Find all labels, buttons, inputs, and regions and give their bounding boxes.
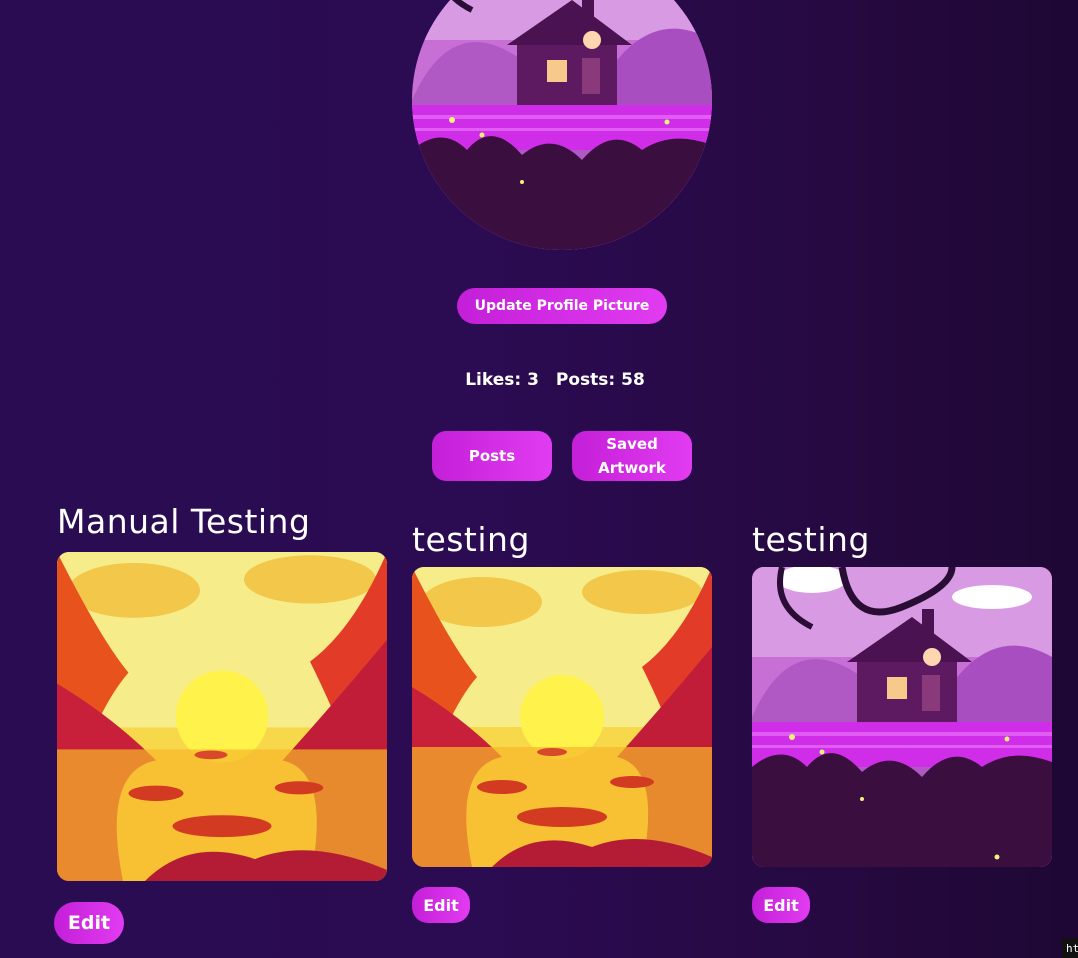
post-title: Manual Testing: [57, 502, 311, 541]
edit-post-button[interactable]: Edit: [412, 887, 470, 923]
status-bar-url: ht: [1062, 938, 1078, 958]
update-profile-picture-button[interactable]: Update Profile Picture: [457, 288, 667, 324]
tab-posts[interactable]: Posts: [432, 431, 552, 481]
post-image[interactable]: [412, 567, 712, 867]
likes-count: Likes: 3: [465, 370, 539, 390]
profile-picture-artwork: [412, 0, 712, 250]
tab-saved-artwork[interactable]: Saved Artwork: [572, 431, 692, 481]
post-image[interactable]: [752, 567, 1052, 867]
profile-stats: Likes: 3 Posts: 58: [440, 370, 670, 390]
posts-count: Posts: 58: [555, 370, 645, 390]
post-title: testing: [752, 520, 870, 559]
purple-cottage-artwork: [752, 567, 1052, 867]
sunset-lake-artwork: [57, 552, 387, 881]
post-image[interactable]: [57, 552, 387, 881]
edit-post-button[interactable]: Edit: [752, 887, 810, 923]
profile-avatar: [412, 0, 712, 250]
sunset-lake-artwork: [412, 567, 712, 867]
edit-post-button[interactable]: Edit: [54, 902, 124, 944]
post-title: testing: [412, 520, 530, 559]
